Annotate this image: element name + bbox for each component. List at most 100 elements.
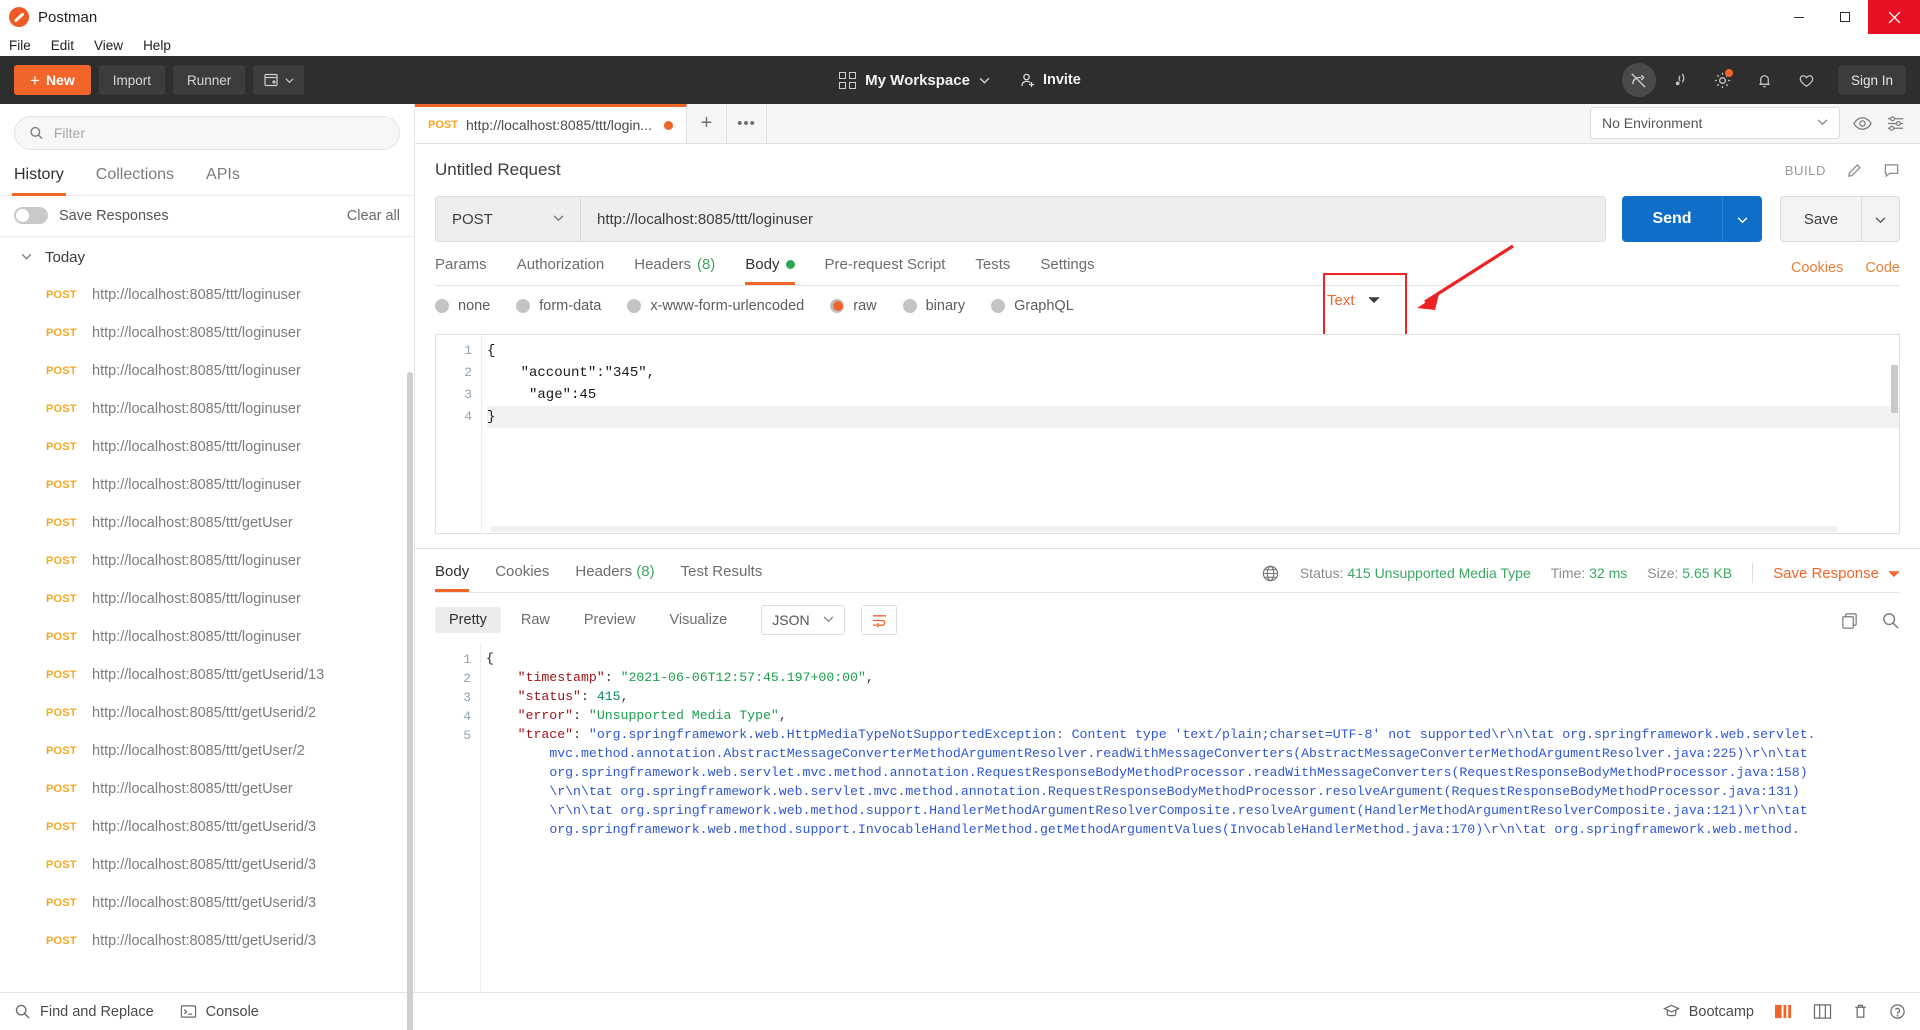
tab-more-button[interactable]: •••	[726, 104, 767, 143]
menu-edit[interactable]: Edit	[51, 38, 74, 53]
gear-icon[interactable]	[1706, 63, 1740, 97]
list-item[interactable]: POST http://localhost:8085/ttt/loginuser	[0, 466, 414, 504]
word-wrap-icon[interactable]	[861, 605, 898, 635]
response-tab-test-results[interactable]: Test Results	[681, 563, 763, 592]
maximize-button[interactable]	[1822, 0, 1868, 34]
tab-prerequest-script[interactable]: Pre-request Script	[825, 256, 946, 285]
body-format-select[interactable]: Text	[1327, 292, 1380, 309]
method-select[interactable]: POST	[435, 196, 580, 242]
tab-collections[interactable]: Collections	[94, 160, 176, 196]
find-and-replace-button[interactable]: Find and Replace	[14, 1003, 154, 1020]
sync-off-icon[interactable]	[1621, 63, 1656, 97]
save-options-button[interactable]	[1862, 196, 1900, 242]
save-response-button[interactable]: Save Response	[1773, 565, 1900, 582]
invite-button[interactable]: Invite	[1020, 72, 1081, 88]
close-button[interactable]	[1868, 0, 1920, 34]
view-tab-preview[interactable]: Preview	[570, 607, 650, 633]
list-item[interactable]: POST http://localhost:8085/ttt/loginuser	[0, 390, 414, 428]
response-format-select[interactable]: JSON	[761, 605, 846, 635]
response-tab-cookies[interactable]: Cookies	[495, 563, 549, 592]
list-item[interactable]: POST http://localhost:8085/ttt/getUserid/…	[0, 922, 414, 960]
response-body-editor[interactable]: 1 2 3 4 5 { "timestamp": "2021-06-06T12:57:4…	[435, 645, 1900, 992]
request-body-editor[interactable]: 1 2 3 4 { "account":"345", "age":45}	[435, 334, 1900, 534]
response-editor-code[interactable]: { "timestamp": "2021-06-06T12:57:45.197+…	[481, 645, 1900, 992]
tab-params[interactable]: Params	[435, 256, 487, 285]
tab-headers[interactable]: Headers (8)	[634, 256, 715, 285]
request-editor-scrollbar[interactable]	[1891, 365, 1898, 413]
list-item[interactable]: POST http://localhost:8085/ttt/loginuser	[0, 352, 414, 390]
runner-button[interactable]: Runner	[173, 65, 246, 95]
url-input[interactable]: http://localhost:8085/ttt/loginuser	[580, 196, 1606, 242]
clear-all-button[interactable]: Clear all	[347, 208, 400, 224]
workspace-selector[interactable]: My Workspace	[839, 71, 990, 89]
filter-box[interactable]	[14, 116, 400, 150]
body-type-urlencoded[interactable]: x-www-form-urlencoded	[627, 298, 804, 314]
help-icon[interactable]	[1889, 1003, 1906, 1020]
sign-in-button[interactable]: Sign In	[1837, 65, 1906, 95]
list-item[interactable]: POST http://localhost:8085/ttt/getUser	[0, 504, 414, 542]
tab-authorization[interactable]: Authorization	[517, 256, 605, 285]
list-item[interactable]: POST http://localhost:8085/ttt/getUserid/…	[0, 656, 414, 694]
broadcast-icon[interactable]	[1664, 63, 1698, 97]
list-item[interactable]: POST http://localhost:8085/ttt/loginuser	[0, 542, 414, 580]
list-item[interactable]: POST http://localhost:8085/ttt/loginuser	[0, 580, 414, 618]
eye-icon[interactable]	[1852, 113, 1873, 134]
request-tab[interactable]: POST http://localhost:8085/ttt/login...	[415, 104, 687, 143]
new-window-button[interactable]	[253, 65, 305, 95]
view-tab-visualize[interactable]: Visualize	[655, 607, 741, 633]
cookies-link[interactable]: Cookies	[1791, 260, 1843, 276]
body-type-graphql[interactable]: GraphQL	[991, 298, 1074, 314]
list-item[interactable]: POST http://localhost:8085/ttt/loginuser	[0, 276, 414, 314]
import-button[interactable]: Import	[98, 65, 165, 95]
list-item[interactable]: POST http://localhost:8085/ttt/loginuser	[0, 618, 414, 656]
bootcamp-button[interactable]: Bootcamp	[1662, 1003, 1754, 1020]
menu-help[interactable]: Help	[143, 38, 171, 53]
save-button[interactable]: Save	[1780, 196, 1862, 242]
tab-apis[interactable]: APIs	[204, 160, 242, 196]
list-item[interactable]: POST http://localhost:8085/ttt/loginuser	[0, 314, 414, 352]
body-type-raw[interactable]: raw	[830, 298, 877, 314]
console-button[interactable]: Console	[180, 1003, 259, 1020]
sliders-icon[interactable]	[1885, 113, 1906, 134]
response-tab-body[interactable]: Body	[435, 563, 470, 592]
tab-body[interactable]: Body	[745, 256, 795, 285]
list-item[interactable]: POST http://localhost:8085/ttt/loginuser	[0, 428, 414, 466]
view-tab-pretty[interactable]: Pretty	[435, 607, 501, 633]
sidebar-scrollbar[interactable]	[407, 372, 413, 1030]
request-editor-hscrollbar[interactable]	[491, 526, 1837, 532]
send-options-button[interactable]	[1722, 196, 1762, 242]
tab-history[interactable]: History	[12, 160, 66, 196]
copy-icon[interactable]	[1840, 611, 1859, 630]
body-type-form-data[interactable]: form-data	[516, 298, 601, 314]
code-link[interactable]: Code	[1865, 260, 1900, 276]
tab-settings[interactable]: Settings	[1040, 256, 1094, 285]
trash-icon[interactable]	[1852, 1003, 1869, 1020]
view-tab-raw[interactable]: Raw	[507, 607, 564, 633]
heart-icon[interactable]	[1790, 63, 1824, 97]
body-type-binary[interactable]: binary	[902, 298, 965, 314]
send-button[interactable]: Send	[1622, 196, 1722, 242]
list-item[interactable]: POST http://localhost:8085/ttt/getUserid/…	[0, 884, 414, 922]
list-item[interactable]: POST http://localhost:8085/ttt/getUserid/…	[0, 694, 414, 732]
search-input[interactable]	[53, 125, 385, 141]
history-group-header[interactable]: Today	[0, 237, 414, 276]
pencil-icon[interactable]	[1846, 162, 1863, 179]
bell-icon[interactable]	[1748, 63, 1782, 97]
request-editor-code[interactable]: { "account":"345", "age":45}	[482, 335, 1899, 533]
tab-tests[interactable]: Tests	[975, 256, 1010, 285]
menu-view[interactable]: View	[94, 38, 123, 53]
list-item[interactable]: POST http://localhost:8085/ttt/getUserid/…	[0, 846, 414, 884]
minimize-button[interactable]	[1776, 0, 1822, 34]
search-icon[interactable]	[1881, 611, 1900, 630]
list-item[interactable]: POST http://localhost:8085/ttt/getUserid/…	[0, 808, 414, 846]
menu-file[interactable]: File	[9, 38, 31, 53]
response-tab-headers[interactable]: Headers (8)	[575, 563, 654, 592]
list-item[interactable]: POST http://localhost:8085/ttt/getUser	[0, 770, 414, 808]
runner-icon[interactable]	[1774, 1003, 1793, 1020]
environment-select[interactable]: No Environment	[1590, 107, 1840, 139]
body-type-none[interactable]: none	[435, 298, 490, 314]
comment-icon[interactable]	[1883, 162, 1900, 179]
new-tab-button[interactable]: +	[686, 104, 727, 143]
save-responses-toggle[interactable]	[14, 207, 48, 224]
list-item[interactable]: POST http://localhost:8085/ttt/getUser/2	[0, 732, 414, 770]
